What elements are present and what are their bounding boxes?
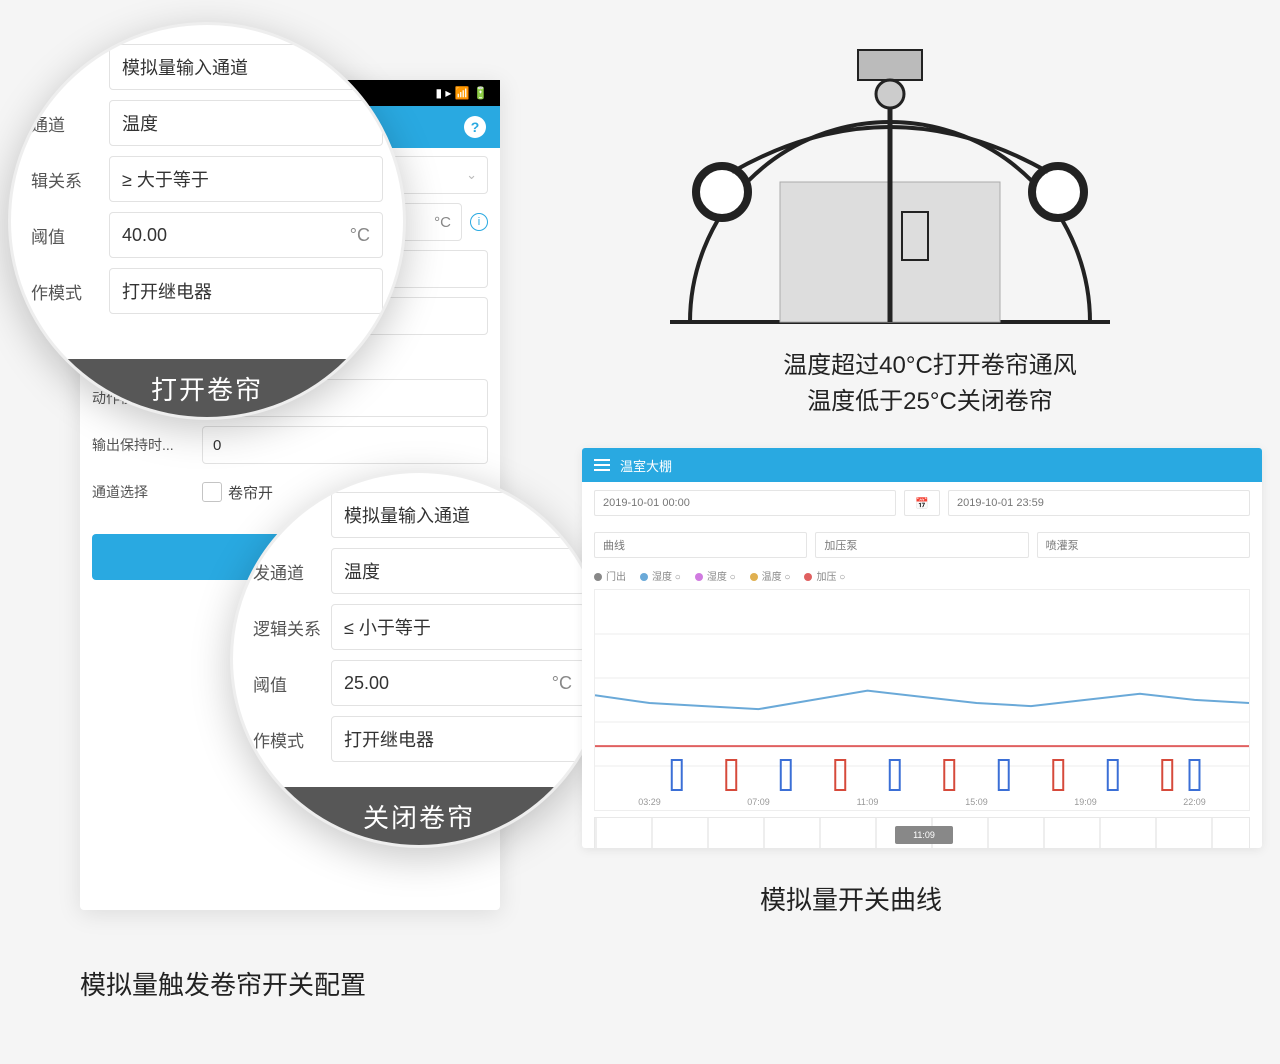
- svg-text:19:09: 19:09: [1074, 797, 1096, 807]
- date-from-field[interactable]: 2019-10-01 00:00: [594, 490, 896, 516]
- date-to-icon: 📅: [904, 490, 940, 516]
- m2-thresh-value: 25.00: [344, 673, 389, 694]
- legend-item[interactable]: 温度 ○: [750, 568, 791, 583]
- info-icon[interactable]: i: [470, 213, 488, 231]
- m2-chan-value: 温度: [344, 558, 380, 584]
- m1-thresh-value: 40.00: [122, 225, 167, 246]
- magnifier-close: 类型模拟量输入通道 发通道温度 逻辑关系≤ 小于等于 阈值25.00°C 作模式…: [230, 470, 608, 848]
- svg-text:07:09: 07:09: [747, 797, 769, 807]
- dashboard-timeline[interactable]: 11:09: [594, 817, 1250, 848]
- chan-sel-opt: 卷帘开: [228, 482, 273, 503]
- m1-logic-value: ≥ 大于等于: [122, 166, 209, 192]
- date-to-value: 2019-10-01 23:59: [957, 497, 1044, 509]
- m2-thresh-field[interactable]: 25.00 °C: [331, 660, 585, 706]
- m1-thresh-field[interactable]: 40.00 °C: [109, 212, 383, 258]
- hold-label: 输出保持时...: [92, 435, 202, 455]
- hold-value: 0: [213, 437, 221, 454]
- legend-item[interactable]: 湿度 ○: [640, 568, 681, 583]
- select-2-value: 加压泵: [824, 537, 857, 553]
- dashboard-title: 温室大棚: [620, 456, 672, 475]
- m2-logic-value: ≤ 小于等于: [344, 614, 431, 640]
- svg-text:11:09: 11:09: [857, 797, 879, 807]
- m1-chan-label: 通道: [31, 111, 109, 136]
- m1-chan-value: 温度: [122, 110, 158, 136]
- svg-text:22:09: 22:09: [1183, 797, 1205, 807]
- gh-line2: 温度低于25°C关闭卷帘: [650, 384, 1210, 420]
- legend-item[interactable]: 门出: [594, 568, 626, 583]
- select-2[interactable]: 加压泵: [815, 532, 1028, 558]
- magnifier-close-band: 关闭卷帘: [233, 787, 605, 845]
- dashboard-titlebar: 温室大棚: [582, 448, 1262, 482]
- svg-text:03:29: 03:29: [638, 797, 660, 807]
- m2-logic-label: 逻辑关系: [253, 615, 331, 640]
- gh-line1: 温度超过40°C打开卷帘通风: [650, 348, 1210, 384]
- m2-thresh-unit: °C: [552, 673, 572, 694]
- hold-field[interactable]: 0: [202, 426, 488, 464]
- m2-type-field[interactable]: 模拟量输入通道: [331, 492, 585, 538]
- left-caption: 模拟量触发卷帘开关配置: [80, 965, 366, 1002]
- help-icon[interactable]: ?: [464, 116, 486, 138]
- magnifier-open: .模拟量输入通道 通道温度 辑关系≥ 大于等于 阈值40.00°C 作模式打开继…: [8, 22, 406, 420]
- m1-mode-label: 作模式: [31, 279, 109, 304]
- m1-mode-field[interactable]: 打开继电器: [109, 268, 383, 314]
- m2-mode-field[interactable]: 打开继电器: [331, 716, 585, 762]
- m1-mode-value: 打开继电器: [122, 278, 212, 304]
- m2-chan-field[interactable]: 温度: [331, 548, 585, 594]
- checkbox-open[interactable]: [202, 482, 222, 502]
- chan-sel-label: 通道选择: [92, 482, 202, 502]
- greenhouse-illustration: [650, 32, 1130, 342]
- chevron-down-icon: ⌄: [466, 167, 477, 183]
- svg-text:15:09: 15:09: [965, 797, 987, 807]
- m1-logic-field[interactable]: ≥ 大于等于: [109, 156, 383, 202]
- m1-type-value: 模拟量输入通道: [122, 54, 248, 80]
- dashboard-caption: 模拟量开关曲线: [760, 880, 942, 917]
- date-to-field[interactable]: 2019-10-01 23:59: [948, 490, 1250, 516]
- m2-mode-value: 打开继电器: [344, 726, 434, 752]
- m1-thresh-unit: °C: [350, 225, 370, 246]
- magnifier-open-band: 打开卷帘: [11, 359, 403, 417]
- select-3-value: 喷灌泵: [1046, 537, 1079, 553]
- select-3[interactable]: 喷灌泵: [1037, 532, 1250, 558]
- dashboard-legend: 门出湿度 ○湿度 ○温度 ○加压 ○: [582, 566, 1262, 589]
- greenhouse-caption: 温度超过40°C打开卷帘通风 温度低于25°C关闭卷帘: [650, 348, 1210, 420]
- m1-logic-label: 辑关系: [31, 167, 109, 192]
- m2-chan-label: 发通道: [253, 559, 331, 584]
- m2-mode-label: 作模式: [253, 727, 331, 752]
- dashboard-panel: 温室大棚 2019-10-01 00:00 📅 2019-10-01 23:59…: [582, 448, 1262, 848]
- date-from-value: 2019-10-01 00:00: [603, 497, 690, 509]
- select-1-value: 曲线: [603, 537, 625, 553]
- menu-icon[interactable]: [594, 459, 610, 471]
- dashboard-chart: 03:29 07:09 11:09 15:09 19:09 22:09: [594, 589, 1250, 811]
- m1-type-field[interactable]: 模拟量输入通道: [109, 44, 383, 90]
- select-1[interactable]: 曲线: [594, 532, 807, 558]
- timeline-thumb[interactable]: 11:09: [895, 826, 953, 844]
- m1-thresh-label: 阈值: [31, 223, 109, 248]
- status-icons: ▮ ▸ 📶 🔋: [435, 86, 488, 100]
- m2-type-value: 模拟量输入通道: [344, 502, 470, 528]
- m1-chan-field[interactable]: 温度: [109, 100, 383, 146]
- m2-thresh-label: 阈值: [253, 671, 331, 696]
- legend-item[interactable]: 加压 ○: [804, 568, 845, 583]
- legend-item[interactable]: 湿度 ○: [695, 568, 736, 583]
- threshold-unit: °C: [434, 214, 451, 231]
- m2-logic-field[interactable]: ≤ 小于等于: [331, 604, 585, 650]
